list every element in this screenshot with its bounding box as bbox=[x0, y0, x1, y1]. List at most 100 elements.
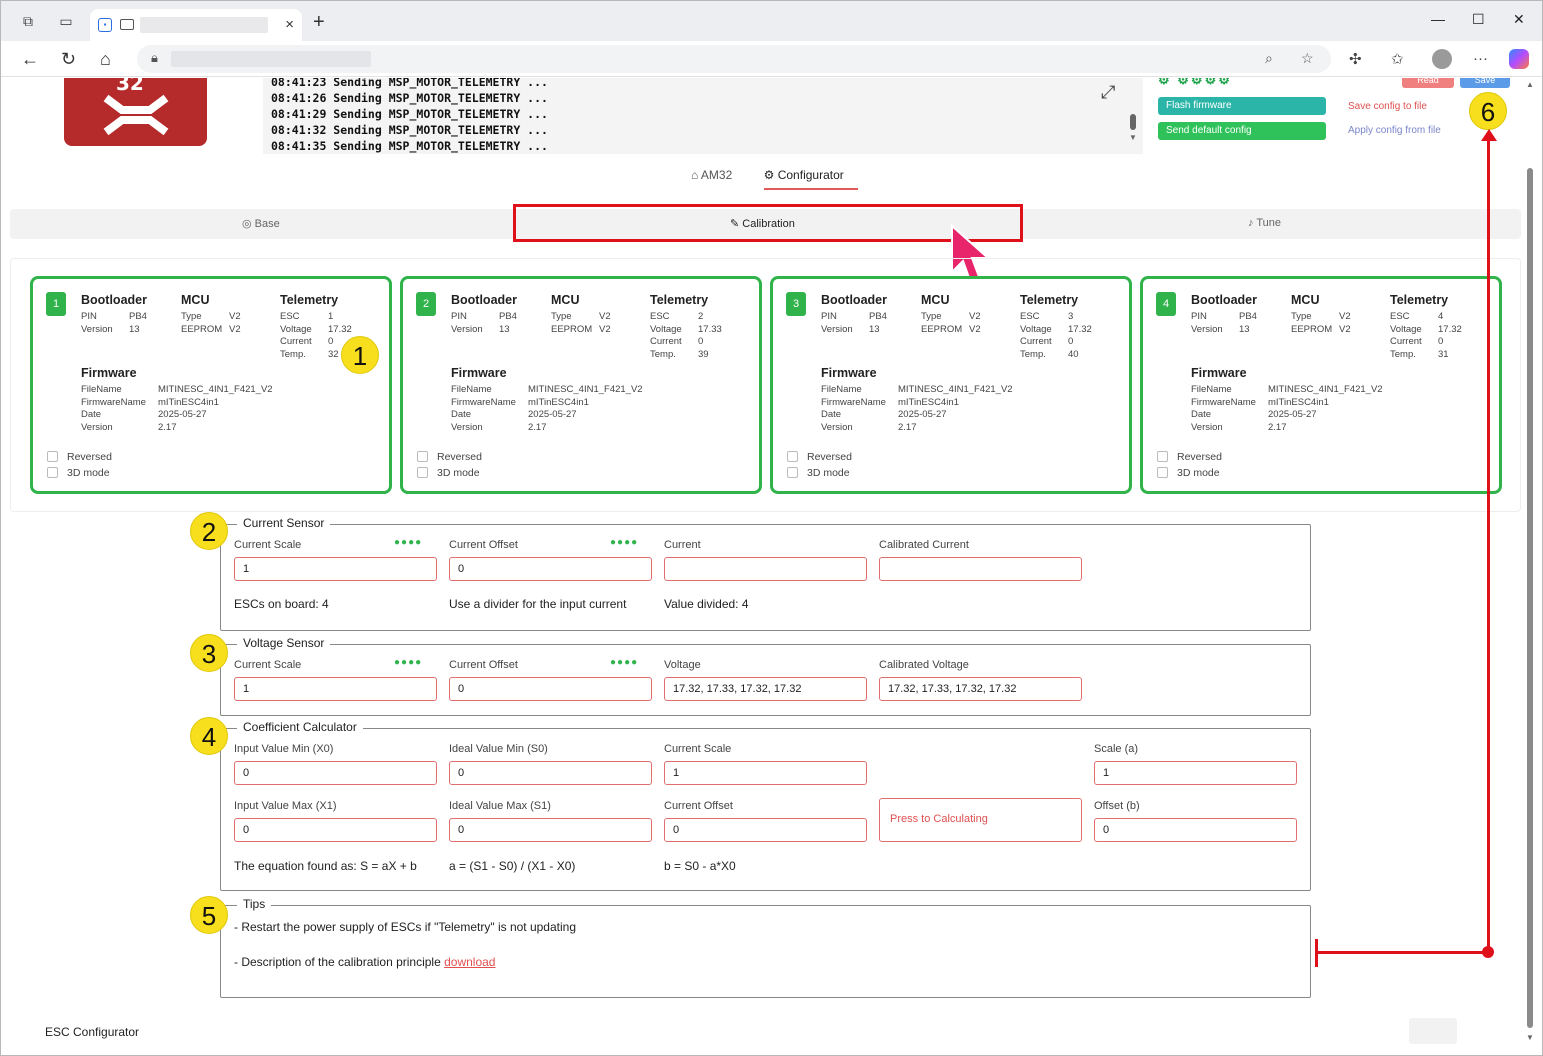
current-offset-input[interactable]: 0 bbox=[449, 557, 652, 581]
firmware-version-label: Version bbox=[81, 422, 113, 434]
zoom-icon[interactable]: ⌕ bbox=[1265, 50, 1273, 67]
read-button[interactable]: Read bbox=[1402, 78, 1454, 88]
tab-actions-icon[interactable]: ▭ bbox=[57, 13, 75, 29]
s0-input[interactable]: 0 bbox=[449, 761, 652, 785]
reversed-checkbox-box[interactable] bbox=[417, 451, 428, 462]
reversed-checkbox[interactable]: Reversed bbox=[47, 451, 112, 463]
esc-card: 2 Bootloader PIN PB4 Version 13 MCU Type V2… bbox=[400, 276, 762, 494]
download-link[interactable]: download bbox=[444, 955, 495, 969]
copilot-icon[interactable] bbox=[1509, 49, 1529, 69]
tab-base[interactable]: ◎ Base bbox=[242, 217, 280, 230]
mcu-eeprom-label: EEPROM bbox=[181, 323, 223, 335]
x1-input[interactable]: 0 bbox=[234, 818, 437, 842]
coef-scale-input[interactable]: 1 bbox=[664, 761, 867, 785]
workspaces-icon[interactable]: ⧉ bbox=[19, 13, 37, 29]
calibrated-voltage-input[interactable]: 17.32, 17.33, 17.32, 17.32 bbox=[879, 677, 1082, 701]
bootloader-version-label: Version bbox=[451, 323, 483, 335]
new-tab-button[interactable]: + bbox=[313, 11, 325, 34]
firmware-version: Version 2.17 bbox=[451, 422, 643, 435]
scroll-down-icon[interactable]: ▼ bbox=[1526, 1033, 1534, 1042]
mode3d-checkbox-box[interactable] bbox=[47, 467, 58, 478]
address-bar[interactable]: 🔒︎ ⌕ ☆ bbox=[137, 45, 1331, 73]
save-button[interactable]: Save bbox=[1460, 78, 1510, 88]
log-scroll-down-icon[interactable]: ▼ bbox=[1129, 133, 1137, 142]
reversed-checkbox[interactable]: Reversed bbox=[787, 451, 852, 463]
reload-icon[interactable]: ↻ bbox=[61, 49, 76, 70]
annotation-dot bbox=[1482, 946, 1494, 958]
close-window-icon[interactable]: ✕ bbox=[1513, 11, 1525, 28]
mode3d-checkbox[interactable]: 3D mode bbox=[1157, 467, 1220, 479]
log-line: 08:41:23 Sending MSP_MOTOR_TELEMETRY ... bbox=[271, 78, 548, 89]
reversed-checkbox-box[interactable] bbox=[47, 451, 58, 462]
calculate-button[interactable]: Press to Calculating bbox=[879, 798, 1082, 842]
firmware-date-label: Date bbox=[451, 409, 472, 421]
maximize-icon[interactable]: ☐ bbox=[1472, 11, 1485, 28]
back-icon[interactable]: ← bbox=[21, 49, 39, 70]
telemetry-esc: ESC 4 bbox=[1390, 311, 1462, 324]
s1-input[interactable]: 0 bbox=[449, 818, 652, 842]
page-scrollbar[interactable]: ▲ ▼ bbox=[1523, 78, 1537, 1055]
bootloader-section: Bootloader PIN PB4 Version 13 bbox=[81, 293, 147, 336]
firmware-version-value: 2.17 bbox=[528, 422, 547, 434]
firmware-heading: Firmware bbox=[821, 366, 877, 380]
calibrated-current-input[interactable] bbox=[879, 557, 1082, 581]
current-scale-input[interactable]: 1 bbox=[234, 557, 437, 581]
coef-offset-input[interactable]: 0 bbox=[664, 818, 867, 842]
current-sensor-legend: Current Sensor bbox=[237, 516, 331, 530]
browser-tab[interactable]: ▪ × bbox=[90, 9, 302, 41]
extensions-icon[interactable]: ✣ bbox=[1349, 50, 1362, 68]
offset-b-input[interactable]: 0 bbox=[1094, 818, 1297, 842]
reversed-checkbox-box[interactable] bbox=[787, 451, 798, 462]
mode3d-checkbox[interactable]: 3D mode bbox=[787, 467, 850, 479]
mcu-type-value: V2 bbox=[969, 311, 981, 322]
mcu-eeprom-value: V2 bbox=[229, 323, 241, 335]
favorite-star-icon[interactable]: ☆ bbox=[1301, 50, 1314, 67]
mode3d-checkbox-box[interactable] bbox=[1157, 467, 1168, 478]
send-default-config-button[interactable]: Send default config bbox=[1158, 122, 1326, 140]
nav-am32[interactable]: ⌂ AM32 bbox=[691, 168, 746, 182]
log-console[interactable]: 08:41:23 Sending MSP_MOTOR_TELEMETRY ...… bbox=[263, 78, 1143, 154]
mode3d-checkbox[interactable]: 3D mode bbox=[47, 467, 110, 479]
reversed-checkbox[interactable]: Reversed bbox=[1157, 451, 1222, 463]
log-scrollbar[interactable] bbox=[1130, 114, 1136, 130]
firmware-filename: FileName MITINESC_4IN1_F421_V2 bbox=[451, 384, 643, 397]
mcu-type-value: V2 bbox=[229, 311, 241, 322]
apply-config-link[interactable]: Apply config from file bbox=[1348, 125, 1441, 136]
nav-configurator[interactable]: ⚙ Configurator bbox=[763, 168, 858, 190]
save-config-link[interactable]: Save config to file bbox=[1348, 101, 1427, 112]
top-nav: ⌂ AM32 ⚙ Configurator bbox=[691, 168, 872, 190]
profile-avatar[interactable] bbox=[1432, 49, 1452, 69]
firmware-date-value: 2025-05-27 bbox=[1268, 409, 1317, 421]
footer-widget[interactable] bbox=[1409, 1018, 1457, 1044]
voltage-offset-input[interactable]: 0 bbox=[449, 677, 652, 701]
tab-tune[interactable]: ♪ Tune bbox=[1248, 217, 1281, 229]
scroll-up-icon[interactable]: ▲ bbox=[1526, 80, 1534, 89]
scale-a-input[interactable]: 1 bbox=[1094, 761, 1297, 785]
mcu-section: MCU Type V2 EEPROM V2 bbox=[1291, 293, 1351, 336]
reversed-checkbox-box[interactable] bbox=[1157, 451, 1168, 462]
telemetry-voltage-label: Voltage bbox=[280, 323, 312, 335]
tab-close-icon[interactable]: × bbox=[285, 16, 294, 33]
flash-firmware-button[interactable]: Flash firmware bbox=[1158, 97, 1326, 115]
expand-log-icon[interactable]: ⤢ bbox=[1101, 82, 1115, 103]
mode3d-checkbox[interactable]: 3D mode bbox=[417, 467, 480, 479]
voltage-value-input[interactable]: 17.32, 17.33, 17.32, 17.32 bbox=[664, 677, 867, 701]
voltage-scale-input[interactable]: 1 bbox=[234, 677, 437, 701]
scroll-thumb[interactable] bbox=[1527, 168, 1533, 1028]
minimize-icon[interactable]: — bbox=[1431, 11, 1445, 27]
reversed-checkbox[interactable]: Reversed bbox=[417, 451, 482, 463]
lock-icon[interactable]: 🔒︎ bbox=[151, 50, 158, 66]
telemetry-current: Current 0 bbox=[650, 336, 722, 349]
current-value-input[interactable] bbox=[664, 557, 867, 581]
telemetry-voltage-label: Voltage bbox=[1390, 323, 1422, 335]
favorites-icon[interactable]: ✩ bbox=[1391, 50, 1404, 68]
bootloader-version: Version 13 bbox=[451, 324, 517, 337]
mode3d-checkbox-box[interactable] bbox=[787, 467, 798, 478]
x0-label: Input Value Min (X0) bbox=[234, 743, 334, 755]
home-icon[interactable]: ⌂ bbox=[100, 49, 111, 70]
x0-input[interactable]: 0 bbox=[234, 761, 437, 785]
coef-scale-label: Current Scale bbox=[664, 743, 732, 755]
more-menu-icon[interactable]: ··· bbox=[1473, 50, 1488, 67]
mode3d-checkbox-box[interactable] bbox=[417, 467, 428, 478]
mcu-type-label: Type bbox=[921, 311, 942, 322]
